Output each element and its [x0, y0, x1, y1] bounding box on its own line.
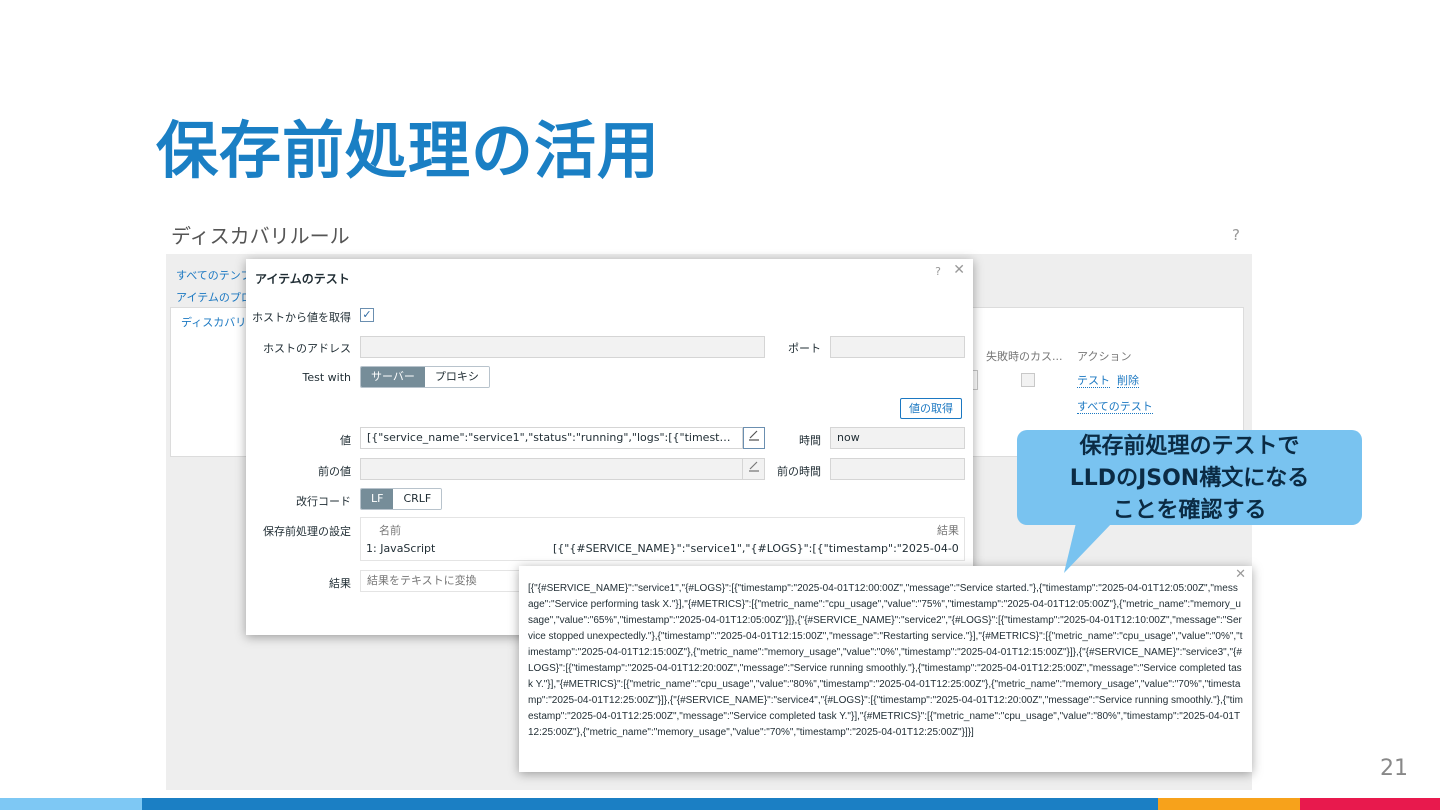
result-convert-toggle[interactable]: 結果をテキストに変換 [360, 570, 520, 592]
popup-close-icon[interactable]: ✕ [1235, 567, 1246, 582]
callout-bubble: 保存前処理のテストで LLDのJSON構文になる ことを確認する [1017, 430, 1362, 525]
page-number: 21 [1380, 756, 1408, 781]
preprocessing-label: 保存前処理の設定 [263, 525, 351, 538]
callout-pointer [1064, 523, 1112, 573]
prev-value-label: 前の値 [318, 465, 351, 478]
test-all-link[interactable]: すべてのテスト [1077, 400, 1153, 414]
callout-text: 保存前処理のテストで LLDのJSON構文になる ことを確認する [1069, 434, 1310, 523]
value-label: 値 [340, 434, 351, 447]
value-input[interactable]: [{"service_name":"service1","status":"ru… [360, 427, 743, 449]
get-value-button[interactable]: 値の取得 [900, 398, 962, 419]
host-address-label: ホストのアドレス [263, 342, 351, 355]
dialog-title: アイテムのテスト [255, 272, 350, 286]
prev-value-input[interactable] [360, 458, 743, 480]
port-input[interactable] [830, 336, 965, 358]
eol-lf-button[interactable]: LF [361, 489, 394, 509]
get-from-host-label: ホストから値を取得 [252, 311, 351, 324]
result-placeholder: 結果をテキストに変換 [367, 574, 477, 587]
test-with-server-button[interactable]: サーバー [361, 367, 425, 387]
port-label: ポート [788, 342, 821, 355]
dialog-close-icon[interactable]: ✕ [953, 262, 965, 278]
value-edit-pencil-icon[interactable] [743, 427, 765, 449]
slide-title: 保存前処理の活用 [156, 114, 661, 187]
result-popup: ✕ [{"{#SERVICE_NAME}":"service1","{#LOGS… [519, 566, 1252, 772]
preprocessing-table: 名前 結果 1: JavaScript [{"{#SERVICE_NAME}":… [360, 517, 965, 561]
prev-time-label: 前の時間 [777, 465, 821, 478]
prev-time-input[interactable] [830, 458, 965, 480]
preprocessing-step-result[interactable]: [{"{#SERVICE_NAME}":"service1","{#LOGS}"… [553, 542, 960, 555]
host-address-input[interactable] [360, 336, 765, 358]
page-heading: ディスカバリルール [171, 224, 350, 248]
preprocessing-step: 1: JavaScript [366, 542, 436, 555]
page-header: ディスカバリルール ? [166, 212, 1252, 254]
footer-bar-light-blue [0, 798, 142, 810]
tab-discovery[interactable]: ディスカバリ [181, 314, 246, 330]
test-link[interactable]: テスト [1077, 374, 1110, 388]
column-header-action: アクション [1077, 350, 1132, 363]
fail-custom-checkbox[interactable] [1021, 373, 1035, 387]
eol-label: 改行コード [296, 495, 351, 508]
preprocessing-header-result: 結果 [937, 524, 959, 537]
test-with-proxy-button[interactable]: プロキシ [424, 367, 489, 387]
result-json-text: [{"{#SERVICE_NAME}":"service1","{#LOGS}"… [528, 583, 1243, 738]
delete-link[interactable]: 削除 [1117, 374, 1139, 388]
footer-bar-orange [1158, 798, 1300, 810]
footer-bar-red [1300, 798, 1440, 810]
time-label: 時間 [799, 434, 821, 447]
test-with-toggle: サーバー プロキシ [360, 366, 490, 388]
breadcrumb-item-prototypes[interactable]: アイテムのプロ [176, 289, 252, 305]
eol-crlf-button[interactable]: CRLF [393, 489, 442, 509]
test-with-label: Test with [302, 371, 352, 384]
help-icon[interactable]: ? [1232, 226, 1240, 244]
time-input[interactable]: now [830, 427, 965, 449]
column-header-fail-custom: 失敗時のカス... [986, 350, 1063, 363]
get-from-host-checkbox[interactable]: ✓ [360, 308, 374, 322]
dialog-help-icon[interactable]: ? [935, 265, 941, 278]
prev-value-pencil-icon[interactable] [743, 458, 765, 480]
eol-toggle: LF CRLF [360, 488, 443, 510]
result-label: 結果 [329, 577, 351, 590]
footer-bar-blue [142, 798, 1158, 810]
breadcrumb-all-templates[interactable]: すべてのテンプ [176, 267, 251, 283]
preprocessing-header-name: 名前 [379, 524, 401, 537]
